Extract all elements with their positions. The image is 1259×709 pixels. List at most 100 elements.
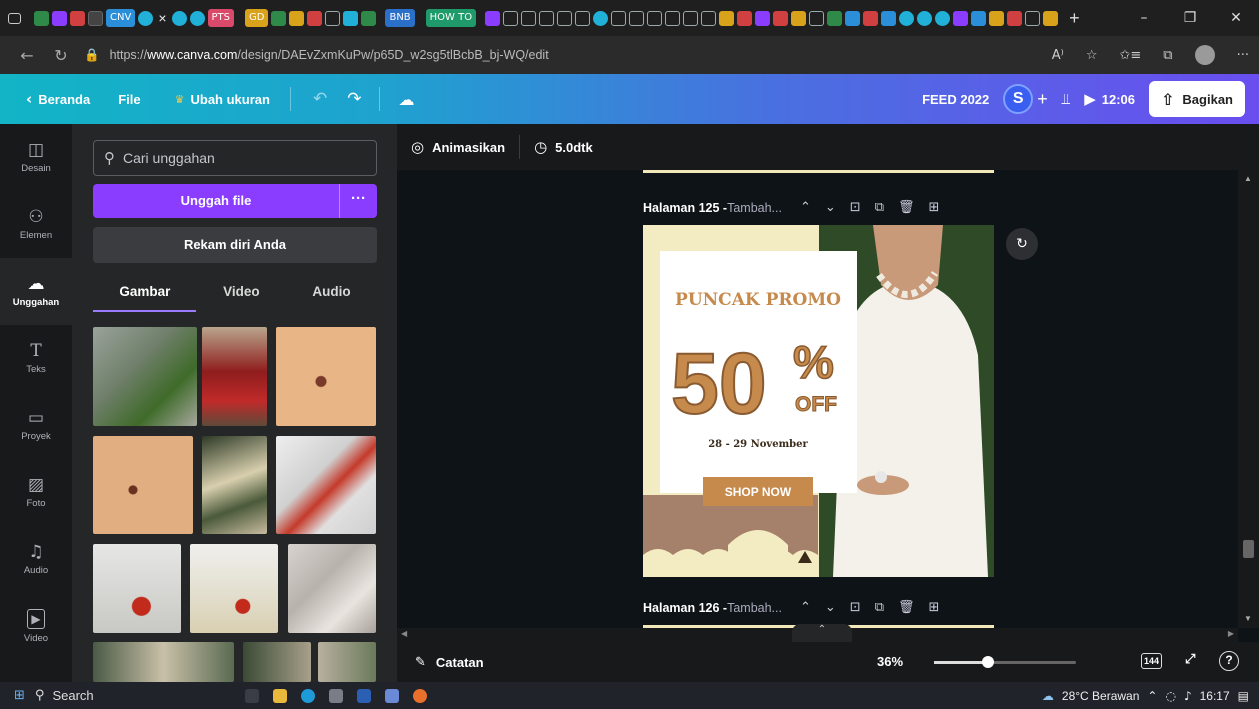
rail-item-uploads[interactable]: ☁ Unggahan xyxy=(0,258,72,325)
new-tab-button[interactable]: + xyxy=(1069,8,1080,29)
tab-favicon[interactable] xyxy=(611,10,627,26)
refresh-icon[interactable]: ↻ xyxy=(44,46,78,65)
windows-start-icon[interactable]: ⊞ xyxy=(14,688,25,703)
tab-how-to[interactable]: HOW TO xyxy=(425,9,477,27)
scroll-thumb[interactable] xyxy=(1243,540,1254,558)
tab-pts[interactable]: PTS xyxy=(207,9,234,27)
tab-favicon[interactable] xyxy=(899,10,915,26)
weather-cloud-icon[interactable]: ☁ xyxy=(1042,689,1054,703)
tab-favicon[interactable] xyxy=(737,10,753,26)
tab-favicon[interactable] xyxy=(557,10,573,26)
tab-favicon[interactable] xyxy=(827,10,843,26)
notification-icon[interactable]: ▤ xyxy=(1238,689,1249,703)
more-options-icon[interactable]: ··· xyxy=(339,184,377,218)
chat-app-icon[interactable] xyxy=(328,688,343,703)
tab-favicon[interactable] xyxy=(138,10,154,26)
upload-image-thumbnail[interactable] xyxy=(93,544,181,633)
tab-favicon[interactable] xyxy=(809,10,825,26)
tab-favicon[interactable] xyxy=(575,10,591,26)
lock-page-icon[interactable]: ⊡ xyxy=(850,600,861,615)
zoom-percentage[interactable]: 36% xyxy=(877,654,903,669)
profile-avatar[interactable] xyxy=(1194,45,1215,65)
tab-favicon[interactable] xyxy=(845,10,861,26)
notes-app-icon[interactable] xyxy=(384,688,399,703)
tab-favicon[interactable] xyxy=(539,10,555,26)
duration-button[interactable]: ◷ 5.0dtk xyxy=(534,138,593,156)
chevron-down-icon[interactable]: ⌄ xyxy=(825,200,836,215)
duplicate-page-icon[interactable]: ⧉ xyxy=(875,200,884,215)
tab-favicon[interactable] xyxy=(307,10,323,26)
collections-icon[interactable]: ⧉ xyxy=(1163,48,1172,63)
vertical-scrollbar[interactable]: ▲ ▼ xyxy=(1238,170,1259,628)
tab-favicon[interactable] xyxy=(485,10,501,26)
tab-favicon[interactable] xyxy=(629,10,645,26)
edge-browser-icon[interactable] xyxy=(300,688,315,703)
design-title[interactable]: FEED 2022 xyxy=(922,92,989,107)
search-uploads-input[interactable]: ⚲ Cari unggahan xyxy=(93,140,377,176)
tab-cnv[interactable]: CNV xyxy=(106,9,136,27)
rail-item-elements[interactable]: ⚇ Elemen xyxy=(0,191,72,258)
zoom-slider[interactable] xyxy=(934,656,1076,668)
tab-favicon[interactable] xyxy=(665,10,681,26)
tab-favicon[interactable] xyxy=(171,10,187,26)
tab-favicon[interactable] xyxy=(755,10,771,26)
taskbar-search[interactable]: ⚲ Search xyxy=(35,688,225,703)
upload-file-button[interactable]: Unggah file ··· xyxy=(93,184,377,218)
tab-favicon[interactable] xyxy=(1043,10,1059,26)
close-tab-icon[interactable]: × xyxy=(158,10,166,26)
upload-image-thumbnail[interactable] xyxy=(318,642,376,682)
undo-icon[interactable]: ↶ xyxy=(313,89,327,109)
tab-favicon[interactable] xyxy=(863,10,879,26)
tab-favicon[interactable] xyxy=(521,10,537,26)
rail-item-video[interactable]: ▶ Video xyxy=(0,593,72,660)
file-menu-button[interactable]: File xyxy=(118,92,140,107)
tab-favicon[interactable] xyxy=(34,10,49,26)
tab-favicon[interactable] xyxy=(88,10,103,26)
add-page-icon[interactable]: ⊞ xyxy=(929,600,940,615)
rail-item-design[interactable]: ◫ Desain xyxy=(0,124,72,191)
help-button[interactable]: ? xyxy=(1219,651,1239,671)
tab-favicon[interactable] xyxy=(881,10,897,26)
chevron-down-icon[interactable]: ⌄ xyxy=(825,600,836,615)
tab-video[interactable]: Video xyxy=(223,284,260,299)
lock-page-icon[interactable]: ⊡ xyxy=(850,200,861,215)
minimize-icon[interactable]: – xyxy=(1121,0,1167,36)
file-explorer-icon[interactable] xyxy=(272,688,287,703)
upload-image-thumbnail[interactable] xyxy=(202,327,267,426)
upload-image-thumbnail[interactable] xyxy=(93,436,193,534)
upload-image-thumbnail[interactable] xyxy=(243,642,311,682)
tab-favicon[interactable] xyxy=(189,10,205,26)
add-collaborator-icon[interactable]: + xyxy=(1037,89,1048,110)
horizontal-scrollbar[interactable]: ◀ ⌃ ▶ xyxy=(397,624,1238,642)
add-page-icon[interactable]: ⊞ xyxy=(929,200,940,215)
weather-label[interactable]: 28°C Berawan xyxy=(1062,689,1140,703)
browser-menu-icon[interactable]: ··· xyxy=(1237,48,1249,63)
close-window-icon[interactable]: ✕ xyxy=(1213,0,1259,36)
read-aloud-icon[interactable]: A⁾ xyxy=(1052,48,1064,63)
tab-favicon[interactable] xyxy=(593,10,609,26)
chevron-up-icon[interactable]: ⌃ xyxy=(800,600,811,615)
url-field[interactable]: 🔒 https://www.canva.com/design/DAEvZxmKu… xyxy=(84,47,549,63)
word-icon[interactable] xyxy=(356,688,371,703)
tab-favicon[interactable] xyxy=(52,10,67,26)
scroll-down-icon[interactable]: ▼ xyxy=(1244,614,1252,623)
resize-button[interactable]: ♛ Ubah ukuran xyxy=(175,92,270,107)
design-page-125[interactable]: PUNCAK PROMO 50 % OFF 28 - 29 November S… xyxy=(643,225,994,577)
animate-button[interactable]: ◎ Animasikan xyxy=(411,138,505,156)
tab-favicon[interactable] xyxy=(791,10,807,26)
expand-pages-handle[interactable]: ⌃ xyxy=(792,624,852,642)
tab-favicon[interactable] xyxy=(971,10,987,26)
tab-favicon[interactable] xyxy=(773,10,789,26)
tab-favicon[interactable] xyxy=(719,10,735,26)
favorite-star-icon[interactable]: ☆ xyxy=(1086,48,1098,63)
tab-favicon[interactable] xyxy=(647,10,663,26)
scroll-left-icon[interactable]: ◀ xyxy=(401,629,407,638)
magic-refresh-icon[interactable]: ↻ xyxy=(1006,228,1038,260)
upload-image-thumbnail[interactable] xyxy=(93,327,197,426)
chevron-up-icon[interactable]: ⌃ xyxy=(800,200,811,215)
firefox-icon[interactable] xyxy=(412,688,427,703)
insights-chart-icon[interactable]: ⫫ xyxy=(1062,90,1070,108)
user-avatar[interactable]: S xyxy=(1003,84,1034,114)
tab-favicon[interactable] xyxy=(917,10,933,26)
delete-page-icon[interactable]: 🗑 xyxy=(898,200,915,215)
